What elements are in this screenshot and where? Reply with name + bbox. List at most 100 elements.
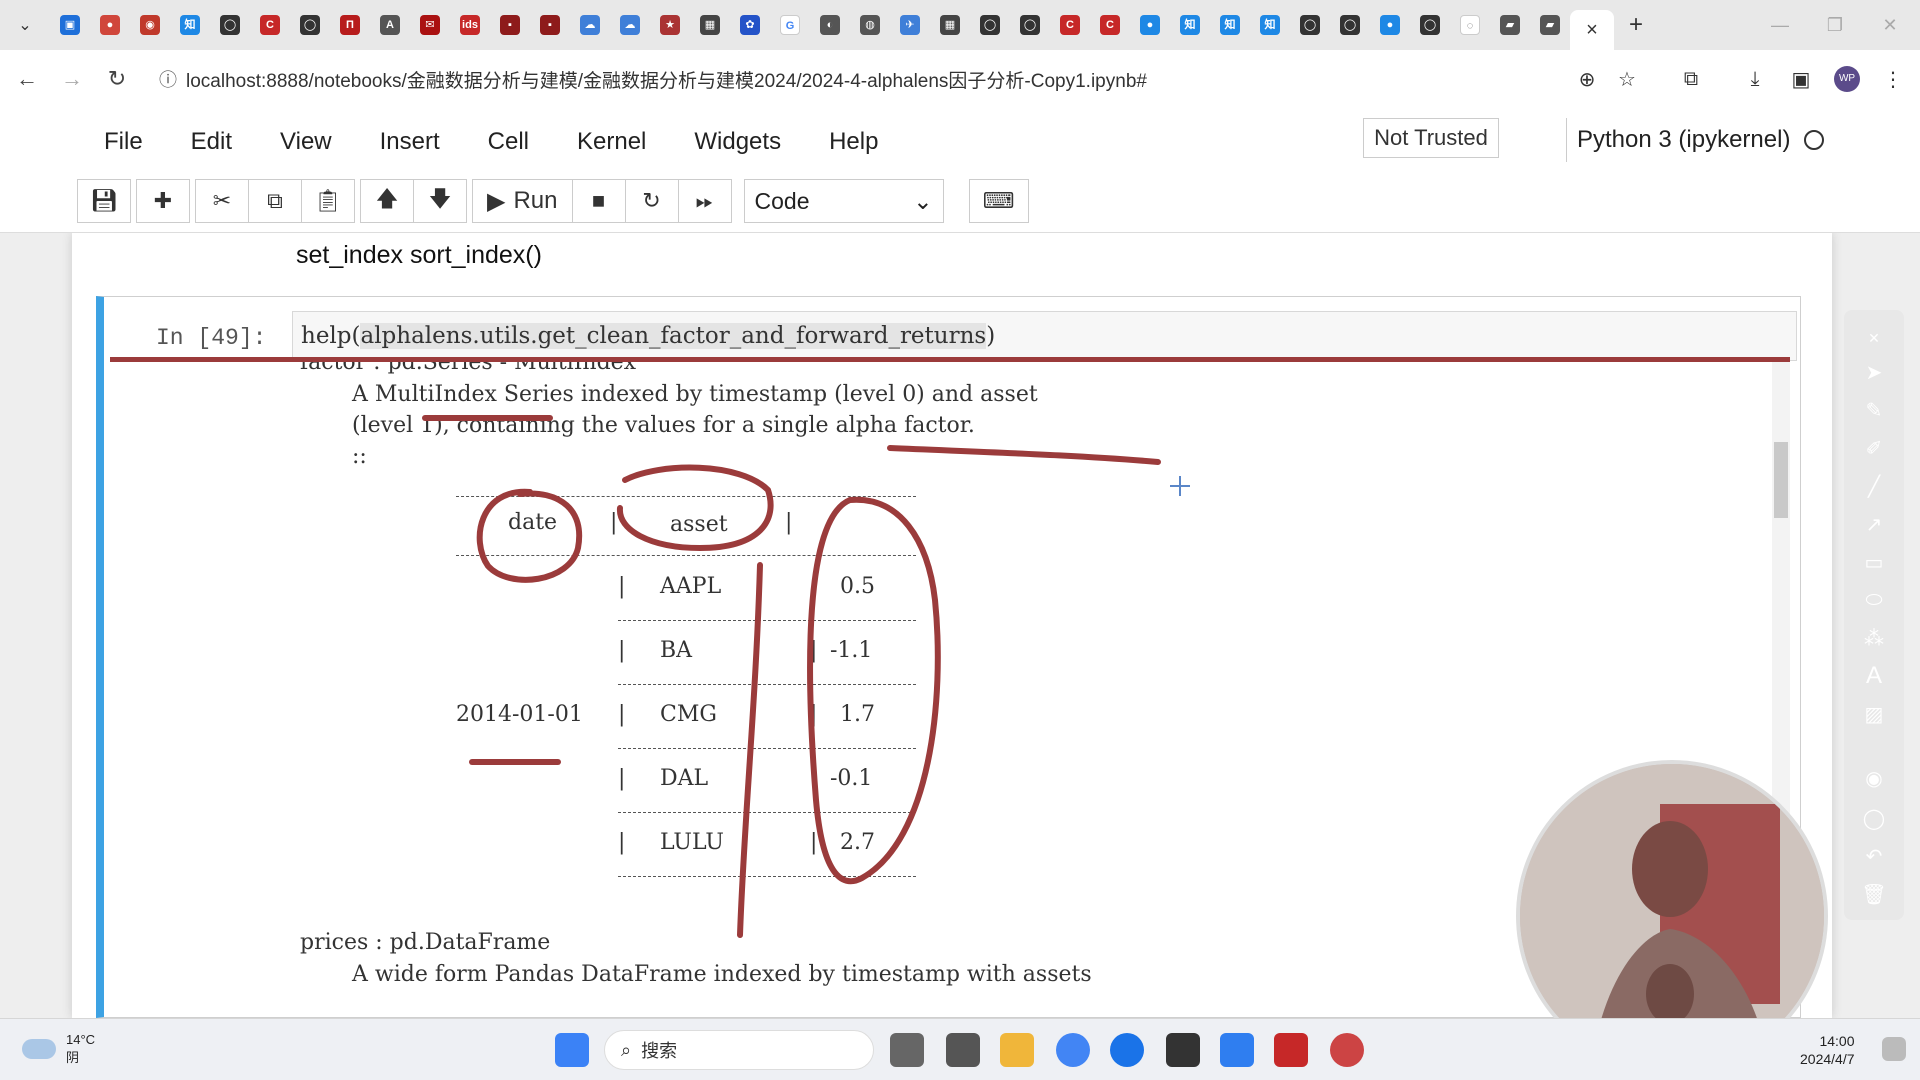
rectangle-icon[interactable]: ▭: [1844, 544, 1904, 580]
color-picker-icon[interactable]: ◉: [1844, 760, 1904, 796]
new-tab-button[interactable]: +: [1614, 0, 1658, 50]
paste-icon[interactable]: 📋︎: [301, 179, 355, 223]
menu-insert[interactable]: Insert: [356, 128, 464, 156]
zoom-icon[interactable]: ⊕: [1572, 64, 1602, 94]
app-icon[interactable]: [1110, 1033, 1144, 1067]
menu-help[interactable]: Help: [805, 128, 902, 156]
menu-kernel[interactable]: Kernel: [553, 128, 670, 156]
code-input[interactable]: help(alphalens.utils.get_clean_factor_an…: [292, 311, 1797, 361]
bookmark-star-icon[interactable]: ☆: [1612, 64, 1642, 94]
tab-favicon[interactable]: ▦: [690, 0, 730, 50]
tab-favicon[interactable]: ●: [90, 0, 130, 50]
tab-favicon[interactable]: ★: [650, 0, 690, 50]
tab-github-icon[interactable]: ◯: [1290, 0, 1330, 50]
run-button[interactable]: ▶ Run: [472, 179, 573, 223]
tab-favicon[interactable]: ◐: [810, 0, 850, 50]
tab-github-icon[interactable]: ◯: [210, 0, 250, 50]
taskbar-search[interactable]: ⌕ 搜索: [604, 1030, 874, 1070]
tab-github-icon[interactable]: ◯: [290, 0, 330, 50]
tab-favicon[interactable]: ▦: [930, 0, 970, 50]
toolbar-close-icon[interactable]: ✕: [1844, 320, 1904, 356]
tab-google-icon[interactable]: G: [770, 0, 810, 50]
tab-favicon[interactable]: ▣: [50, 0, 90, 50]
tab-favicon[interactable]: C: [1090, 0, 1130, 50]
fast-forward-icon[interactable]: ⏩︎: [677, 179, 732, 223]
download-icon[interactable]: ⤓: [1740, 64, 1770, 94]
site-info-icon[interactable]: ⓘ: [150, 66, 186, 92]
menu-cell[interactable]: Cell: [464, 128, 553, 156]
tab-cloud-icon[interactable]: ☁: [610, 0, 650, 50]
address-bar[interactable]: ⓘ localhost:8888/notebooks/金融数据分析与建模/金融数…: [150, 60, 1660, 98]
tab-favicon[interactable]: ▰: [1530, 0, 1570, 50]
record-icon[interactable]: [1330, 1033, 1364, 1067]
move-up-arrow-icon[interactable]: 🡅: [360, 179, 414, 223]
url-text[interactable]: localhost:8888/notebooks/金融数据分析与建模/金融数据分…: [186, 66, 1147, 93]
tab-favicon[interactable]: ▪: [530, 0, 570, 50]
tab-favicon[interactable]: 知: [1250, 0, 1290, 50]
tab-favicon[interactable]: ▪: [490, 0, 530, 50]
tab-favicon[interactable]: C: [1050, 0, 1090, 50]
notification-icon[interactable]: [1882, 1037, 1906, 1061]
tab-favicon[interactable]: 知: [1210, 0, 1250, 50]
tab-favicon[interactable]: ✿: [730, 0, 770, 50]
tab-cloud-icon[interactable]: ☁: [570, 0, 610, 50]
menu-widgets[interactable]: Widgets: [670, 128, 805, 156]
tab-search-chevron-down-icon[interactable]: ⌄: [0, 0, 50, 50]
tab-favicon[interactable]: A: [370, 0, 410, 50]
more-menu-icon[interactable]: ⋮: [1878, 64, 1908, 94]
tab-loading-icon[interactable]: ◌: [1450, 0, 1490, 50]
output-scrollbar-thumb[interactable]: [1774, 442, 1788, 518]
file-explorer-icon[interactable]: [1000, 1033, 1034, 1067]
chrome-icon[interactable]: [1056, 1033, 1090, 1067]
menu-edit[interactable]: Edit: [167, 128, 256, 156]
tab-favicon[interactable]: П: [330, 0, 370, 50]
stroke-size-icon[interactable]: ◯: [1844, 800, 1904, 836]
console-app-icon[interactable]: [1166, 1033, 1200, 1067]
highlighter-icon[interactable]: ✐: [1844, 430, 1904, 466]
tab-favicon[interactable]: ids: [450, 0, 490, 50]
ellipse-icon[interactable]: ⬭: [1844, 582, 1904, 618]
tab-favicon[interactable]: ◉: [130, 0, 170, 50]
restart-icon[interactable]: ↻: [624, 179, 679, 223]
tab-favicon[interactable]: ●: [1130, 0, 1170, 50]
task-view-icon[interactable]: [890, 1033, 924, 1067]
minimize-button[interactable]: —: [1750, 0, 1810, 50]
add-cell-plus-icon[interactable]: ✚: [136, 179, 190, 223]
reload-icon[interactable]: ↻: [100, 62, 134, 96]
extensions-puzzle-icon[interactable]: ⧉: [1676, 64, 1706, 94]
sidebar-icon[interactable]: ▣: [1786, 64, 1816, 94]
pen-icon[interactable]: ✎: [1844, 392, 1904, 428]
close-window-button[interactable]: ✕: [1860, 0, 1920, 50]
tab-favicon[interactable]: ◍: [850, 0, 890, 50]
tab-github-icon[interactable]: ◯: [1410, 0, 1450, 50]
trash-icon[interactable]: 🗑︎: [1844, 876, 1904, 912]
terminal-app-icon[interactable]: [946, 1033, 980, 1067]
stop-square-icon[interactable]: ■: [571, 179, 626, 223]
text-icon[interactable]: A: [1844, 658, 1904, 694]
forward-arrow-icon[interactable]: →: [55, 62, 89, 96]
tab-favicon[interactable]: ●: [1370, 0, 1410, 50]
wps-icon[interactable]: [1274, 1033, 1308, 1067]
tab-favicon[interactable]: ✈: [890, 0, 930, 50]
tab-favicon[interactable]: C: [250, 0, 290, 50]
active-tab-close-icon[interactable]: ×: [1570, 10, 1614, 50]
shapes-icon[interactable]: ⁂: [1844, 620, 1904, 656]
save-icon[interactable]: 💾︎: [77, 179, 131, 223]
tab-github-icon[interactable]: ◯: [1010, 0, 1050, 50]
menu-file[interactable]: File: [80, 128, 167, 156]
undo-icon[interactable]: ↶: [1844, 838, 1904, 874]
menu-view[interactable]: View: [256, 128, 356, 156]
pointer-icon[interactable]: ➤: [1844, 354, 1904, 390]
tab-favicon[interactable]: ▰: [1490, 0, 1530, 50]
app-icon[interactable]: [1220, 1033, 1254, 1067]
tab-github-icon[interactable]: ◯: [1330, 0, 1370, 50]
cut-scissors-icon[interactable]: ✂: [195, 179, 249, 223]
copy-icon[interactable]: ⧉: [248, 179, 302, 223]
line-icon[interactable]: ╱: [1844, 468, 1904, 504]
tab-favicon[interactable]: ✉: [410, 0, 450, 50]
tab-github-icon[interactable]: ◯: [970, 0, 1010, 50]
windows-start-icon[interactable]: [555, 1033, 589, 1067]
weather-widget[interactable]: 14°C 阴: [22, 1031, 95, 1067]
tab-favicon[interactable]: 知: [1170, 0, 1210, 50]
move-down-arrow-icon[interactable]: 🡇: [413, 179, 467, 223]
